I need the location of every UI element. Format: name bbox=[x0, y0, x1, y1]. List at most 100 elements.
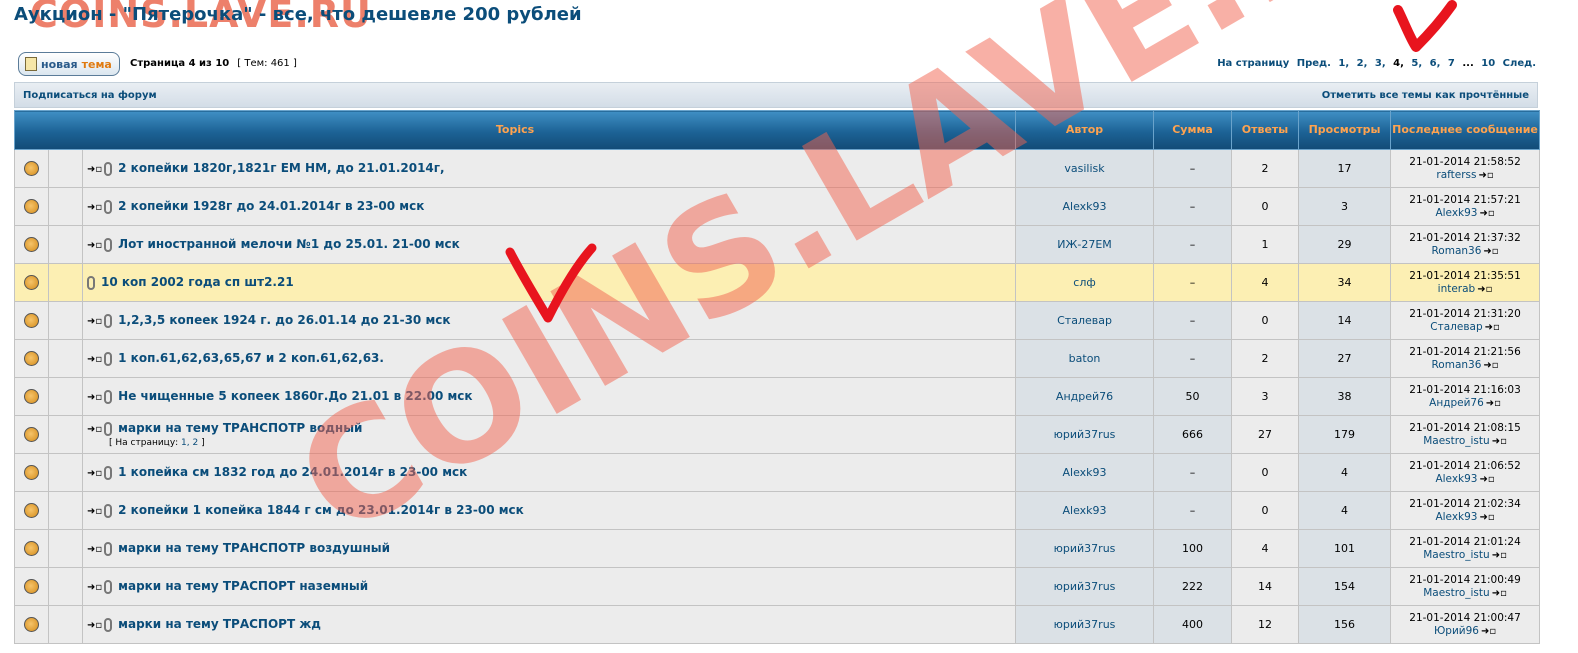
topic-page-links[interactable]: 1, 2 bbox=[181, 438, 198, 448]
col-topics-header: Topics bbox=[13, 110, 1017, 150]
topic-title-cell: ➜▫ 1 коп.61,62,63,65,67 и 2 коп.61,62,63. bbox=[81, 339, 1017, 378]
views-cell: 3 bbox=[1298, 187, 1392, 226]
topic-status-cell bbox=[14, 453, 49, 492]
go-to-last-post-icon[interactable]: ➜▫ bbox=[1486, 398, 1501, 409]
go-to-last-post-icon[interactable]: ➜▫ bbox=[1492, 550, 1507, 561]
topic-title-cell: ➜▫ 2 копейки 1928г до 24.01.2014г в 23-00… bbox=[81, 187, 1017, 226]
arrow-to-page-icon: ➜▫ bbox=[87, 543, 103, 555]
author-cell: Alexk93 bbox=[1015, 187, 1155, 226]
go-to-last-post-icon[interactable]: ➜▫ bbox=[1492, 436, 1507, 447]
paperclip-icon bbox=[87, 276, 95, 290]
author-link[interactable]: Сталевар bbox=[1057, 314, 1112, 327]
go-to-last-post-icon[interactable]: ➜▫ bbox=[1479, 208, 1494, 219]
author-link[interactable]: юрий37rus bbox=[1054, 580, 1116, 593]
author-link[interactable]: Андрей76 bbox=[1056, 390, 1113, 403]
subscribe-forum-link[interactable]: Подписаться на форум bbox=[23, 90, 157, 101]
author-link[interactable]: слф bbox=[1073, 276, 1095, 289]
topic-title-link[interactable]: 1 коп.61,62,63,65,67 и 2 коп.61,62,63. bbox=[118, 351, 384, 365]
topics-body: ➜▫ 2 копейки 1820г,1821г ЕМ НМ, до 21.01.… bbox=[14, 149, 1541, 644]
topic-title-link[interactable]: Лот иностранной мелочи №1 до 25.01. 21-0… bbox=[118, 237, 460, 251]
last-post-user[interactable]: Roman36 bbox=[1431, 245, 1481, 257]
table-row: ➜▫ 2 копейки 1928г до 24.01.2014г в 23-00… bbox=[14, 187, 1541, 226]
topic-status-cell bbox=[14, 377, 49, 416]
go-to-last-post-icon[interactable]: ➜▫ bbox=[1483, 360, 1498, 371]
forum-title[interactable]: Аукцион - "Пятерочка" - все, что дешевле… bbox=[14, 4, 582, 25]
author-link[interactable]: юрий37rus bbox=[1054, 618, 1116, 631]
topic-status-cell bbox=[14, 187, 49, 226]
topic-title-link[interactable]: 10 коп 2002 года сп шт2.21 bbox=[101, 275, 294, 289]
topic-title-link[interactable]: марки на тему ТРАНСПОТР воздушный bbox=[118, 541, 390, 555]
paperclip-icon bbox=[104, 238, 113, 252]
author-link[interactable]: Alexk93 bbox=[1063, 504, 1107, 517]
last-post-user[interactable]: rafterss bbox=[1436, 169, 1476, 181]
pagination-page-10[interactable]: 10 bbox=[1481, 58, 1495, 69]
topic-title-link[interactable]: 1,2,3,5 копеек 1924 г. до 26.01.14 до 21… bbox=[118, 313, 450, 327]
table-row: ➜▫ 1 копейка см 1832 год до 24.01.2014г в… bbox=[14, 453, 1541, 492]
last-post-date: 21-01-2014 21:57:21 bbox=[1409, 193, 1521, 206]
topic-title-link[interactable]: 1 копейка см 1832 год до 24.01.2014г в 2… bbox=[118, 465, 467, 479]
topic-extra-cell bbox=[48, 453, 83, 492]
go-to-last-post-icon[interactable]: ➜▫ bbox=[1481, 626, 1496, 637]
mark-all-read-link[interactable]: Отметить все темы как прочтённые bbox=[1322, 90, 1529, 101]
pagination-page-7[interactable]: 7 bbox=[1448, 58, 1455, 69]
topic-extra-cell bbox=[48, 225, 83, 264]
pagination-page-3[interactable]: 3, bbox=[1375, 58, 1386, 69]
author-link[interactable]: Alexk93 bbox=[1063, 466, 1107, 479]
replies-cell: 0 bbox=[1231, 453, 1300, 492]
last-post-user[interactable]: Maestro_istu bbox=[1423, 435, 1489, 447]
last-post-user[interactable]: Maestro_istu bbox=[1423, 549, 1489, 561]
go-to-last-post-icon[interactable]: ➜▫ bbox=[1477, 284, 1492, 295]
pagination-page-2[interactable]: 2, bbox=[1357, 58, 1368, 69]
paperclip-icon bbox=[104, 162, 113, 176]
author-link[interactable]: юрий37rus bbox=[1054, 542, 1116, 555]
go-to-last-post-icon[interactable]: ➜▫ bbox=[1479, 474, 1494, 485]
table-row: ➜▫ 2 копейки 1 копейка 1844 г см до 23.01… bbox=[14, 491, 1541, 530]
last-post-user[interactable]: Андрей76 bbox=[1429, 397, 1484, 409]
topic-title-link[interactable]: Не чищенные 5 копеек 1860г.До 21.01 в 22… bbox=[118, 389, 472, 403]
last-post-user[interactable]: Roman36 bbox=[1431, 359, 1481, 371]
replies-cell: 0 bbox=[1231, 491, 1300, 530]
last-post-user[interactable]: Alexk93 bbox=[1435, 473, 1477, 485]
go-to-last-post-icon[interactable]: ➜▫ bbox=[1492, 588, 1507, 599]
go-to-last-post-icon[interactable]: ➜▫ bbox=[1485, 322, 1500, 333]
table-row: ➜▫ марки на тему ТРАНСПОТР водный [ На стр… bbox=[14, 415, 1541, 454]
views-cell: 29 bbox=[1298, 225, 1392, 264]
author-link[interactable]: ИЖ-27ЕМ bbox=[1057, 238, 1111, 251]
topic-folder-icon bbox=[24, 617, 39, 632]
forum-actions-bar: Подписаться на форум Отметить все темы к… bbox=[14, 82, 1538, 108]
pagination-page-6[interactable]: 6, bbox=[1430, 58, 1441, 69]
topic-title-link[interactable]: марки на тему ТРАСПОРТ наземный bbox=[118, 579, 368, 593]
go-to-last-post-icon[interactable]: ➜▫ bbox=[1483, 246, 1498, 257]
last-post-user[interactable]: Alexk93 bbox=[1435, 207, 1477, 219]
new-topic-button[interactable]: новая тема bbox=[18, 52, 120, 76]
topic-title-link[interactable]: марки на тему ТРАСПОРТ жд bbox=[118, 617, 321, 631]
topic-title-link[interactable]: марки на тему ТРАНСПОТР водный bbox=[118, 421, 362, 435]
last-post-user[interactable]: Maestro_istu bbox=[1423, 587, 1489, 599]
author-link[interactable]: юрий37rus bbox=[1054, 428, 1116, 441]
topic-title-link[interactable]: 2 копейки 1 копейка 1844 г см до 23.01.2… bbox=[118, 503, 524, 517]
author-cell: Alexk93 bbox=[1015, 453, 1155, 492]
author-link[interactable]: baton bbox=[1069, 352, 1101, 365]
last-post-user[interactable]: Сталевар bbox=[1430, 321, 1482, 333]
topic-title-link[interactable]: 2 копейки 1820г,1821г ЕМ НМ, до 21.01.20… bbox=[118, 161, 444, 175]
go-to-last-post-icon[interactable]: ➜▫ bbox=[1479, 512, 1494, 523]
last-post-user[interactable]: interab bbox=[1438, 283, 1476, 295]
last-post-date: 21-01-2014 21:00:47 bbox=[1409, 611, 1521, 624]
paperclip-icon bbox=[104, 422, 113, 436]
pagination-prev[interactable]: Пред. bbox=[1297, 58, 1331, 69]
last-post-user[interactable]: Юрий96 bbox=[1434, 625, 1479, 637]
topic-title-link[interactable]: 2 копейки 1928г до 24.01.2014г в 23-00 м… bbox=[118, 199, 424, 213]
author-cell: baton bbox=[1015, 339, 1155, 378]
topic-title-cell: ➜▫ Лот иностранной мелочи №1 до 25.01. 21… bbox=[81, 225, 1017, 264]
go-to-last-post-icon[interactable]: ➜▫ bbox=[1479, 170, 1494, 181]
author-cell: юрий37rus bbox=[1015, 605, 1155, 644]
replies-cell: 2 bbox=[1231, 339, 1300, 378]
last-post-user[interactable]: Alexk93 bbox=[1435, 511, 1477, 523]
pagination-page-1[interactable]: 1, bbox=[1338, 58, 1349, 69]
pagination-current-page: 4, bbox=[1393, 58, 1404, 69]
author-link[interactable]: vasilisk bbox=[1064, 162, 1104, 175]
pagination-page-5[interactable]: 5, bbox=[1411, 58, 1422, 69]
pagination-next[interactable]: След. bbox=[1503, 58, 1536, 69]
author-link[interactable]: Alexk93 bbox=[1063, 200, 1107, 213]
author-cell: ИЖ-27ЕМ bbox=[1015, 225, 1155, 264]
